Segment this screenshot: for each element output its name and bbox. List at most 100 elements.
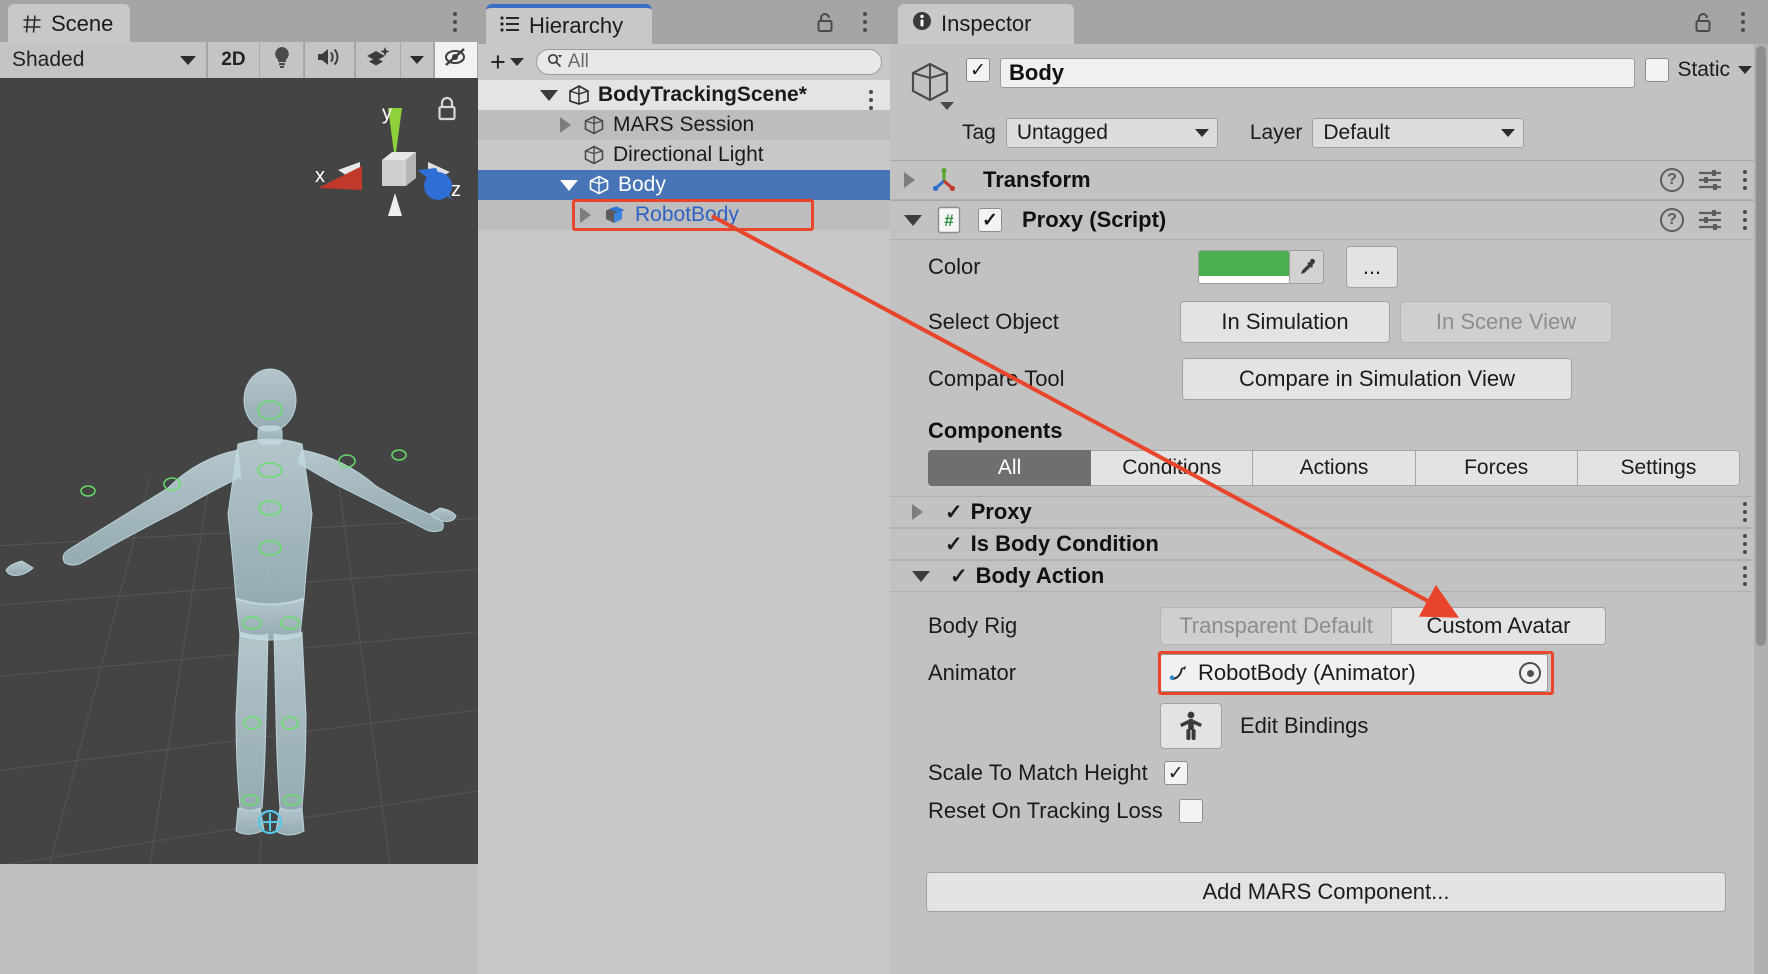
- chevron-right-icon[interactable]: [560, 117, 571, 133]
- tab-scene[interactable]: Scene: [8, 4, 130, 44]
- scene-visibility-button[interactable]: [435, 42, 478, 78]
- chevron-down-icon[interactable]: [940, 102, 954, 110]
- hierarchy-row-mars-session[interactable]: MARS Session: [478, 110, 890, 140]
- filter-tab-all[interactable]: All: [928, 450, 1091, 486]
- chevron-down-icon: [1195, 129, 1209, 137]
- chevron-down-icon[interactable]: [540, 90, 558, 101]
- add-mars-component-button[interactable]: Add MARS Component...: [926, 872, 1726, 912]
- fx-toggle-button[interactable]: [356, 42, 402, 78]
- tag-dropdown[interactable]: Untagged: [1006, 118, 1218, 148]
- toggle-2d-button[interactable]: 2D: [208, 42, 259, 78]
- subcomponent-menu-icon[interactable]: [1736, 563, 1754, 589]
- effects-layers-icon: [365, 45, 391, 75]
- select-in-scene-view-button[interactable]: In Scene View: [1400, 301, 1612, 343]
- reset-on-tracking-loss-checkbox[interactable]: ✓: [1179, 799, 1203, 823]
- transform-axis-icon: [931, 167, 957, 193]
- chevron-down-icon[interactable]: [912, 571, 930, 582]
- subcomponent-menu-icon[interactable]: [1736, 499, 1754, 525]
- search-input[interactable]: All: [536, 49, 882, 75]
- color-more-button[interactable]: ...: [1346, 246, 1398, 288]
- hierarchy-item-label: MARS Session: [613, 113, 754, 137]
- eyedropper-icon[interactable]: [1290, 250, 1324, 284]
- inspector-panel: Inspector ✓ Body ✓: [890, 0, 1768, 974]
- select-object-row: Select Object In Simulation In Scene Vie…: [890, 294, 1768, 350]
- hierarchy-panel: Hierarchy + All: [478, 0, 890, 974]
- proxy-color-row: Color ...: [890, 240, 1768, 294]
- inspector-scrollbar[interactable]: [1754, 44, 1768, 974]
- hierarchy-row-scene[interactable]: BodyTrackingScene*: [478, 80, 890, 110]
- inspector-tabbar: Inspector: [890, 0, 1768, 44]
- scene-panel-menu-icon[interactable]: [446, 5, 464, 39]
- help-icon[interactable]: ?: [1660, 168, 1684, 192]
- scene-panel: Scene Shaded 2D: [0, 0, 478, 974]
- component-menu-icon[interactable]: [1736, 167, 1754, 193]
- color-more-label: ...: [1363, 254, 1381, 280]
- subcomponent-menu-icon[interactable]: [1736, 531, 1754, 557]
- svg-text:#: #: [944, 211, 954, 230]
- tab-inspector-label: Inspector: [941, 11, 1032, 37]
- component-header-proxy-script[interactable]: # ✓ Proxy (Script) ?: [890, 200, 1768, 240]
- gameobject-cube-icon[interactable]: [904, 58, 956, 110]
- lock-open-icon[interactable]: [1694, 12, 1712, 39]
- component-menu-icon[interactable]: [1736, 207, 1754, 233]
- hierarchy-row-directional-light[interactable]: Directional Light: [478, 140, 890, 170]
- subcomponent-is-body-condition[interactable]: ✓ Is Body Condition: [890, 528, 1768, 560]
- scale-to-match-height-checkbox[interactable]: ✓: [1164, 761, 1188, 785]
- chevron-down-icon: [510, 58, 524, 66]
- filter-tab-conditions[interactable]: Conditions: [1091, 450, 1253, 486]
- audio-toggle-button[interactable]: [305, 42, 354, 78]
- static-toggle[interactable]: ✓ Static: [1645, 58, 1752, 82]
- color-picker-field[interactable]: ...: [1198, 246, 1398, 288]
- hierarchy-row-body[interactable]: Body: [478, 170, 890, 200]
- scene-tabbar: Scene: [0, 0, 478, 44]
- avatar-bindings-icon[interactable]: [1160, 703, 1222, 749]
- scene-toolbar: Shaded 2D: [0, 42, 478, 78]
- inspector-content: ✓ Body ✓ Static Tag Untagged Layer: [890, 44, 1768, 974]
- select-in-simulation-button[interactable]: In Simulation: [1180, 301, 1390, 343]
- chevron-down-icon[interactable]: [1738, 66, 1752, 74]
- subcomponent-enabled-checkmark[interactable]: ✓: [950, 564, 968, 589]
- scene-view-viewport[interactable]: y x z: [0, 78, 478, 864]
- component-header-transform[interactable]: Transform ?: [890, 160, 1768, 200]
- hierarchy-row-robotbody[interactable]: RobotBody: [478, 200, 890, 230]
- chevron-right-icon[interactable]: [912, 504, 923, 520]
- subcomponent-body-action[interactable]: ✓ Body Action: [890, 560, 1768, 592]
- gameobject-name-field[interactable]: Body: [1000, 58, 1635, 88]
- layer-dropdown[interactable]: Default: [1312, 118, 1524, 148]
- body-mesh-model[interactable]: [0, 78, 478, 864]
- help-icon[interactable]: ?: [1660, 208, 1684, 232]
- subcomponent-enabled-checkmark[interactable]: ✓: [945, 532, 963, 557]
- preset-icon[interactable]: [1698, 169, 1722, 191]
- filter-tab-label: All: [998, 456, 1021, 480]
- body-rig-option-transparent-default[interactable]: Transparent Default: [1160, 607, 1392, 645]
- lock-open-icon[interactable]: [816, 12, 834, 39]
- color-swatch[interactable]: [1198, 250, 1290, 284]
- lighting-toggle-button[interactable]: [260, 42, 304, 78]
- tab-inspector[interactable]: Inspector: [898, 4, 1074, 44]
- hierarchy-panel-menu-icon[interactable]: [856, 5, 874, 39]
- filter-tab-forces[interactable]: Forces: [1416, 450, 1578, 486]
- shading-mode-dropdown[interactable]: Shaded: [0, 42, 207, 78]
- tab-hierarchy[interactable]: Hierarchy: [486, 4, 652, 44]
- subcomponent-enabled-checkmark[interactable]: ✓: [945, 500, 963, 525]
- chevron-down-icon[interactable]: [560, 180, 578, 191]
- hierarchy-tree[interactable]: BodyTrackingScene* MARS Session: [478, 80, 890, 974]
- unity-editor-window: Scene Shaded 2D: [0, 0, 1768, 974]
- inspector-panel-menu-icon[interactable]: [1734, 5, 1752, 39]
- chevron-down-icon[interactable]: [904, 215, 922, 226]
- fx-dropdown-button[interactable]: [401, 42, 434, 78]
- filter-tab-settings[interactable]: Settings: [1578, 450, 1740, 486]
- static-checkbox[interactable]: ✓: [1645, 58, 1669, 82]
- filter-tab-actions[interactable]: Actions: [1253, 450, 1415, 486]
- proxy-script-enabled-checkbox[interactable]: ✓: [978, 208, 1002, 232]
- create-object-button[interactable]: +: [486, 49, 528, 76]
- select-in-scene-view-label: In Scene View: [1436, 309, 1576, 335]
- component-filter-tabs: All Conditions Actions Forces Settings: [890, 450, 1768, 486]
- subcomponent-proxy[interactable]: ✓ Proxy: [890, 496, 1768, 528]
- preset-icon[interactable]: [1698, 209, 1722, 231]
- compare-in-simulation-view-button[interactable]: Compare in Simulation View: [1182, 358, 1572, 400]
- chevron-right-icon[interactable]: [904, 172, 915, 188]
- body-rig-option-custom-avatar[interactable]: Custom Avatar: [1392, 607, 1606, 645]
- inspector-scrollbar-thumb[interactable]: [1756, 46, 1766, 646]
- gameobject-enabled-checkbox[interactable]: ✓: [966, 58, 990, 82]
